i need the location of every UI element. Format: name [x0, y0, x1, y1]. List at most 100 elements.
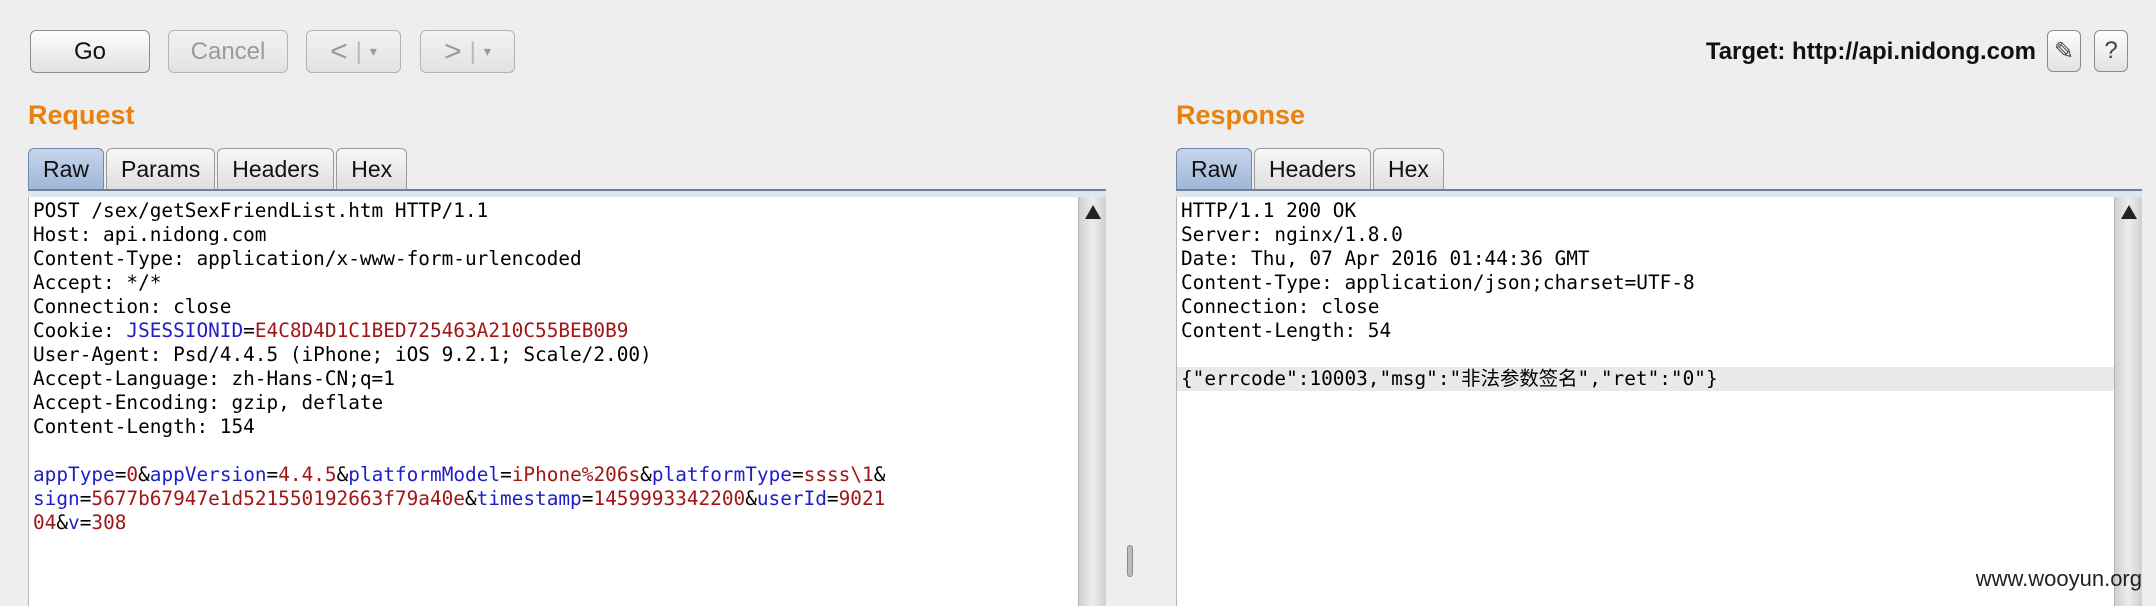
request-line-text: JSESSIONID	[126, 319, 244, 342]
response-title: Response	[1176, 100, 1306, 130]
request-line-text: v	[68, 511, 80, 534]
request-line-text: 5677b67947e1d521550192663f79a40e	[91, 487, 465, 510]
request-line-text: appVersion	[149, 463, 267, 486]
watermark: www.wooyun.org	[1975, 566, 2142, 591]
back-arrow-icon: <	[330, 34, 348, 68]
request-line: Host: api.nidong.com	[29, 223, 1078, 247]
response-line: {"errcode":10003,"msg":"非法参数签名","ret":"0…	[1177, 367, 2114, 391]
request-line-text: Cookie:	[33, 319, 127, 342]
edit-target-button[interactable]: ✎	[2047, 30, 2081, 72]
request-line-text: Connection: close	[33, 295, 232, 318]
forward-button[interactable]: > | ▾	[420, 30, 515, 73]
go-button-label: Go	[73, 37, 106, 65]
request-scrollbar[interactable]	[1078, 197, 1106, 606]
request-line-text: Content-Length: 154	[33, 415, 255, 438]
response-line-text: HTTP/1.1 200 OK	[1181, 199, 1357, 222]
request-line-text: Host: api.nidong.com	[33, 223, 267, 246]
request-raw-editor[interactable]: POST /sex/getSexFriendList.htm HTTP/1.1 H…	[28, 197, 1078, 606]
scroll-up-arrow-icon[interactable]	[2120, 205, 2137, 219]
request-title: Request	[28, 100, 135, 130]
request-line-text: 0	[126, 463, 139, 486]
response-tab-hex[interactable]: Hex	[1372, 148, 1444, 190]
response-line-text: {"errcode":10003,"msg":"非法参数签名","ret":"0…	[1181, 367, 1718, 390]
request-pane: Request Raw Params Headers Hex POST /sex…	[28, 96, 1106, 606]
cancel-button[interactable]: Cancel	[168, 30, 288, 73]
help-button[interactable]: ?	[2094, 30, 2128, 72]
request-line-text: &	[464, 487, 477, 510]
request-line-text: Accept-Language: zh-Hans-CN;q=1	[33, 367, 395, 390]
request-line-text: E4C8D4D1C1BED725463A210C55BEB0B9	[254, 319, 629, 342]
scroll-up-arrow-icon[interactable]	[1084, 205, 1101, 219]
button-separator: |	[469, 37, 476, 65]
response-line-text: Server: nginx/1.8.0	[1181, 223, 1403, 246]
request-line: Accept-Encoding: gzip, deflate	[29, 391, 1078, 415]
request-line: User-Agent: Psd/4.4.5 (iPhone; iOS 9.2.1…	[29, 343, 1078, 367]
request-line-text: platformModel	[348, 463, 501, 486]
request-line-text: &	[640, 463, 652, 486]
response-line: Content-Length: 54	[1177, 319, 2114, 343]
back-dropdown-icon[interactable]: ▾	[370, 43, 377, 60]
forward-dropdown-icon[interactable]: ▾	[484, 43, 491, 60]
request-line-text: &	[56, 511, 69, 534]
response-line: HTTP/1.1 200 OK	[1177, 199, 2114, 223]
request-line-text: =	[114, 463, 127, 486]
request-line-text: platformType	[651, 463, 792, 486]
request-line-text: &	[745, 487, 757, 510]
request-line-text: User-Agent: Psd/4.4.5 (iPhone; iOS 9.2.1…	[33, 343, 652, 366]
response-tab-raw[interactable]: Raw	[1176, 148, 1253, 190]
back-button[interactable]: < | ▾	[306, 30, 401, 73]
pencil-icon: ✎	[2053, 37, 2075, 65]
request-line-text: 308	[91, 511, 127, 534]
response-line-text: Date: Thu, 07 Apr 2016 01:44:36 GMT	[1181, 247, 1590, 270]
request-line-text: =	[581, 487, 594, 510]
request-tab-raw[interactable]: Raw	[28, 148, 105, 190]
request-tab-hex[interactable]: Hex	[336, 148, 408, 190]
request-line-text: Content-Type: application/x-www-form-url…	[33, 247, 582, 270]
response-scrollbar[interactable]	[2114, 197, 2142, 606]
response-raw-viewer[interactable]: HTTP/1.1 200 OK Server: nginx/1.8.0 Date: …	[1176, 197, 2114, 606]
request-line-text: &	[873, 463, 886, 486]
request-line: sign=5677b67947e1d521550192663f79a40e&ti…	[29, 487, 1078, 511]
button-separator: |	[355, 37, 362, 65]
request-line-text: 1459993342200	[593, 487, 746, 510]
response-line: Date: Thu, 07 Apr 2016 01:44:36 GMT	[1177, 247, 2114, 271]
request-line: appType=0&appVersion=4.4.5&platformModel…	[29, 463, 1078, 487]
request-line-text: POST /sex/getSexFriendList.htm HTTP/1.1	[33, 199, 489, 222]
request-tab-params[interactable]: Params	[106, 148, 216, 190]
request-line-text: 9021	[838, 487, 886, 510]
request-line-text: 4.4.5	[278, 463, 337, 486]
request-line: Content-Type: application/x-www-form-url…	[29, 247, 1078, 271]
request-line-text: =	[826, 487, 839, 510]
request-line-text: =	[79, 487, 92, 510]
request-line: Accept-Language: zh-Hans-CN;q=1	[29, 367, 1078, 391]
request-line-text: userId	[756, 487, 827, 510]
response-line	[1177, 343, 2114, 367]
response-line: Content-Type: application/json;charset=U…	[1177, 271, 2114, 295]
target-label: Target: http://api.nidong.com	[1705, 38, 2036, 65]
pane-splitter-handle[interactable]	[1127, 545, 1133, 577]
request-line-text: iPhone%206s	[511, 463, 641, 486]
response-line-text: Content-Type: application/json;charset=U…	[1181, 271, 1695, 294]
request-line-text: appType	[33, 463, 115, 486]
request-line: POST /sex/getSexFriendList.htm HTTP/1.1	[29, 199, 1078, 223]
request-tabs: Raw Params Headers Hex	[28, 148, 409, 190]
request-line-text: 04	[33, 511, 57, 534]
request-line: Cookie: JSESSIONID=E4C8D4D1C1BED725463A2…	[29, 319, 1078, 343]
request-line-text: =	[500, 463, 512, 486]
request-line-text: &	[138, 463, 150, 486]
request-line-text: &	[336, 463, 349, 486]
response-line-text: Connection: close	[1181, 295, 1380, 318]
request-line: Content-Length: 154	[29, 415, 1078, 439]
request-line-text: timestamp	[476, 487, 582, 510]
request-line-text: =	[79, 511, 92, 534]
response-tab-headers[interactable]: Headers	[1254, 148, 1371, 190]
request-line: Connection: close	[29, 295, 1078, 319]
request-line-text: ssss\1	[803, 463, 874, 486]
cancel-button-label: Cancel	[190, 37, 266, 65]
request-line-text: =	[243, 319, 255, 342]
response-line: Server: nginx/1.8.0	[1177, 223, 2114, 247]
request-line: 04&v=308	[29, 511, 1078, 535]
request-tab-headers[interactable]: Headers	[217, 148, 335, 190]
go-button[interactable]: Go	[30, 30, 150, 73]
help-icon: ?	[2104, 37, 2118, 64]
